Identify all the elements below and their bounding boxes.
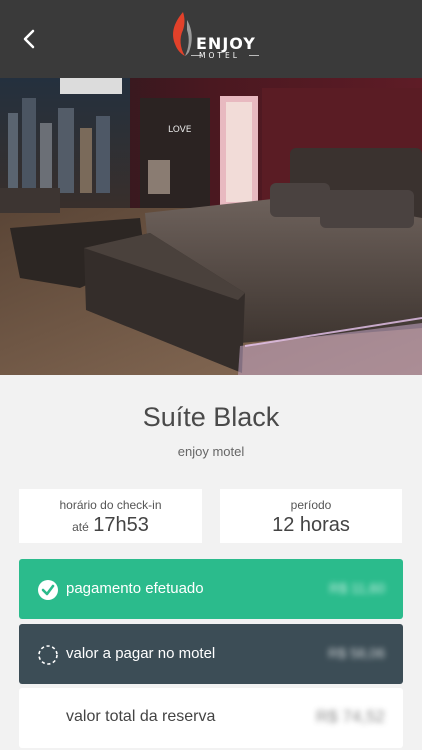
chevron-left-icon[interactable] [14,24,44,54]
total-label: valor total da reserva [66,708,216,725]
venue-name: enjoy motel [177,444,245,459]
room-photo-illustration: LOVE [0,78,422,375]
period-value: 12 horas [272,514,350,536]
payment-paid-row: pagamento efetuado R$ 11,60 [19,559,403,619]
total-amount: R$ 74,52 [316,707,385,726]
payment-total-row: valor total da reserva R$ 74,52 [19,688,403,748]
room-photo: LOVE [0,78,422,375]
svg-text:LOVE: LOVE [168,125,192,135]
dashed-circle-icon [38,645,58,665]
due-label: valor a pagar no motel [66,645,216,662]
checkin-prefix: até [72,520,89,534]
checkin-time: 17h53 [93,514,149,536]
enjoy-motel-logo: ENJOY MOTEL [165,10,260,62]
paid-amount: R$ 11,60 [329,580,385,596]
logo-divider [249,55,259,56]
checkin-label: horário do check-in [59,498,162,512]
checkin-value: até 17h53 [19,514,202,537]
app-header: ENJOY MOTEL [0,0,422,78]
period-value-row: 12 horas [220,514,402,537]
checkin-card: horário do check-in até 17h53 [19,489,202,543]
logo-subtitle: MOTEL [199,51,240,60]
payment-due-row: valor a pagar no motel R$ 58,06 [19,624,403,684]
check-circle-icon [38,580,58,600]
period-card: período 12 horas [220,489,402,543]
due-amount: R$ 58,06 [328,645,385,661]
room-title: Suíte Black [142,402,280,432]
flame-logo-icon [173,12,192,56]
paid-label: pagamento efetuado [66,580,204,597]
period-label: período [290,498,332,512]
